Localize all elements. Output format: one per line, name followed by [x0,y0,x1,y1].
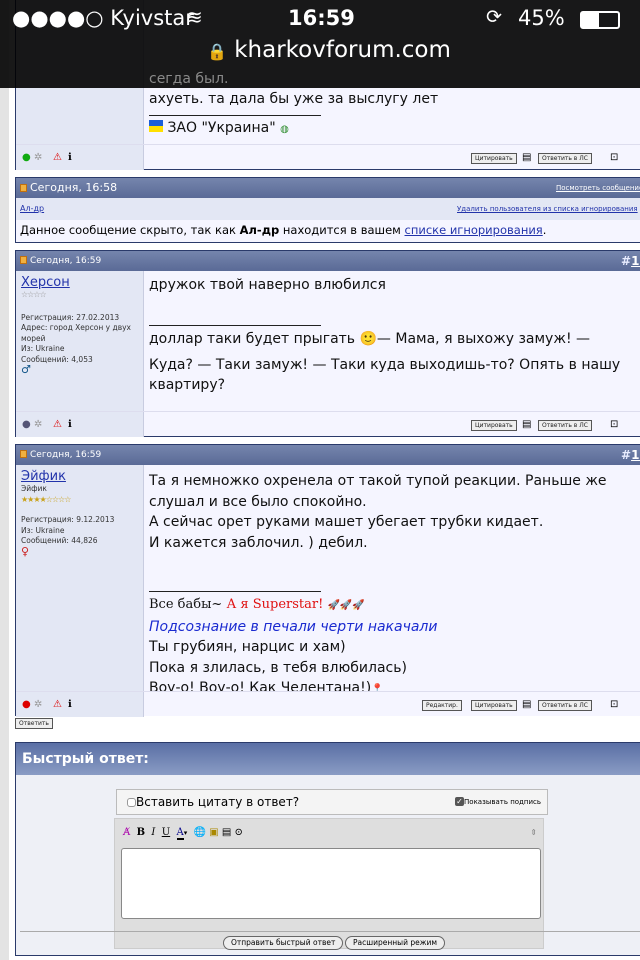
ios-status-bar: ●●●●○ Kyivstar ≋ 16:59 ⟳ 45% 🔒 kharkovfo… [0,0,640,88]
ukraine-flag-icon [149,120,163,132]
show-signature-checkbox[interactable]: ✓ [455,797,465,806]
quick-reply-panel: Быстрый ответ: Вставить цитату в ответ? … [15,742,640,956]
insert-image-icon[interactable]: ▣ [209,827,218,838]
user-link[interactable]: Ал-др [20,204,44,213]
thanks-icon[interactable]: ⊡ [610,152,618,163]
post-status-icon [20,184,27,192]
multiquote-icon[interactable]: ▤ [522,699,531,710]
rating-stars: ☆☆☆☆ [21,290,47,299]
page-gutter [0,0,9,960]
bold-icon[interactable]: B [137,827,145,838]
battery-icon [580,11,620,29]
battery-percent: 45% [518,6,565,30]
post-text: А сейчас орет руками машет убегает трубк… [149,514,544,530]
rating-stars: ★★★★☆☆☆☆ [21,494,71,504]
user-info: Эйфик Эйфик ★★★★☆☆☆☆ Регистрация: 9.12.2… [16,465,144,691]
post-text: Та я немножко охренела от такой тупой ре… [149,473,607,510]
reputation-icon[interactable]: ✲ [34,419,42,430]
remove-ignore-link[interactable]: Удалить пользователя из списка игнориров… [457,198,638,220]
reputation-icon[interactable]: ✲ [34,152,42,163]
signature: ЗАО "Украина" [167,120,276,136]
editor: A̸ B I U A▾ 🌐 ▣ ▤ ⊙ ⇕ [114,818,544,949]
clock: 16:59 [288,6,355,30]
insert-quote-checkbox[interactable] [127,798,136,807]
post-number-link[interactable]: #18 [621,251,640,271]
quote-button[interactable]: Цитировать [471,700,517,711]
ip-icon[interactable]: ℹ [68,152,72,163]
post-status-icon [20,256,27,264]
insert-link-icon[interactable]: 🌐 [194,827,206,838]
rocket-icon: 🚀🚀🚀 [327,600,365,611]
resize-icon[interactable]: ⇕ [530,819,537,847]
post-text: И кажется заблочил. ) дебил. [149,534,368,551]
editor-toolbar: A̸ B I U A▾ 🌐 ▣ ▤ ⊙ ⇕ [115,819,543,847]
post-footer: ● ✲ ⚠ ℹ Цитировать ▤ Ответить в ЛС ⊡ [16,411,640,437]
address-bar[interactable]: 🔒 kharkovforum.com [207,36,451,66]
post-footer: ● ✲ ⚠ ℹ Редактир. Цитировать ▤ Ответить … [16,691,640,717]
ignore-list-link[interactable]: списке игнорирования [405,223,543,237]
female-gender-icon: ♀ [21,544,30,558]
post-18: Сегодня, 16:59 #18 Херсон ☆☆☆☆ Регистрац… [15,250,640,437]
advanced-mode-button[interactable]: Расширенный режим [345,936,446,950]
reply-button[interactable]: Ответить [15,718,53,729]
user-info: Херсон ☆☆☆☆ Регистрация: 27.02.2013 Адре… [16,271,144,411]
thanks-icon[interactable]: ⊡ [610,419,618,430]
post-text: дружок твой наверно влюбился [149,277,386,293]
carrier: ●●●●○ Kyivstar [12,6,194,30]
rotation-lock-icon: ⟳ [486,6,502,28]
ip-icon[interactable]: ℹ [68,699,72,710]
ip-icon[interactable]: ℹ [68,419,72,430]
italic-icon[interactable]: I [151,827,155,838]
offline-status-icon: ● [22,699,31,710]
wifi-icon: ≋ [186,5,203,29]
view-message-link[interactable]: Посмотреть сообщение [556,178,640,198]
hidden-message: Данное сообщение скрыто, так как Ал-др н… [16,220,640,240]
font-color-icon[interactable]: A [176,827,184,840]
post-number-link[interactable]: #19 [621,445,640,465]
quote-icon[interactable]: ▤ [222,827,231,838]
reply-pm-button[interactable]: Ответить в ЛС [538,700,592,711]
video-icon[interactable]: ⊙ [235,827,243,838]
underline-icon[interactable]: U [162,827,170,838]
report-icon[interactable]: ⚠ [53,152,62,163]
post-text: ахуеть. та дала бы уже за выслугу лет [149,91,439,107]
post-status-icon [20,450,27,458]
report-icon[interactable]: ⚠ [53,419,62,430]
multiquote-icon[interactable]: ▤ [522,419,531,430]
username-link[interactable]: Эйфик [21,469,138,484]
smiley-icon: ◍ [280,124,289,135]
signature: Все бабы~ А я Superstar! 🚀🚀🚀 [149,597,365,612]
post-19: Сегодня, 16:59 #19 Эйфик Эйфик ★★★★☆☆☆☆ … [15,444,640,717]
username-link[interactable]: Херсон [21,275,138,290]
offline-status-icon: ● [22,419,31,430]
reply-pm-button[interactable]: Ответить в ЛС [538,153,592,164]
online-status-icon: ● [22,152,31,163]
post-text-faded: сегда был. [149,71,229,87]
edit-button[interactable]: Редактир. [422,700,462,711]
remove-format-icon[interactable]: A̸ [123,827,130,838]
reply-pm-button[interactable]: Ответить в ЛС [538,420,592,431]
signature: доллар таки будет прыгать 🙂— Мама, я вых… [149,331,590,347]
male-gender-icon: ♂ [21,363,31,376]
reputation-icon[interactable]: ✲ [34,699,42,710]
chevron-down-icon[interactable]: ▾ [184,829,188,837]
report-icon[interactable]: ⚠ [53,699,62,710]
submit-quick-reply-button[interactable]: Отправить быстрый ответ [223,936,344,950]
signature: Куда? — Таки замуж! — Таки куда выходишь… [149,357,621,393]
multiquote-icon[interactable]: ▤ [522,152,531,163]
message-textarea[interactable] [121,848,541,919]
thanks-icon[interactable]: ⊡ [610,699,618,710]
quote-button[interactable]: Цитировать [471,153,517,164]
hidden-post: Сегодня, 16:58 Посмотреть сообщение Ал-д… [15,177,640,243]
quick-reply-title: Быстрый ответ: [16,743,640,775]
quote-button[interactable]: Цитировать [471,420,517,431]
lock-icon: 🔒 [207,42,227,61]
post-footer: ● ✲ ⚠ ℹ Цитировать ▤ Ответить в ЛС ⊡ [16,144,640,170]
